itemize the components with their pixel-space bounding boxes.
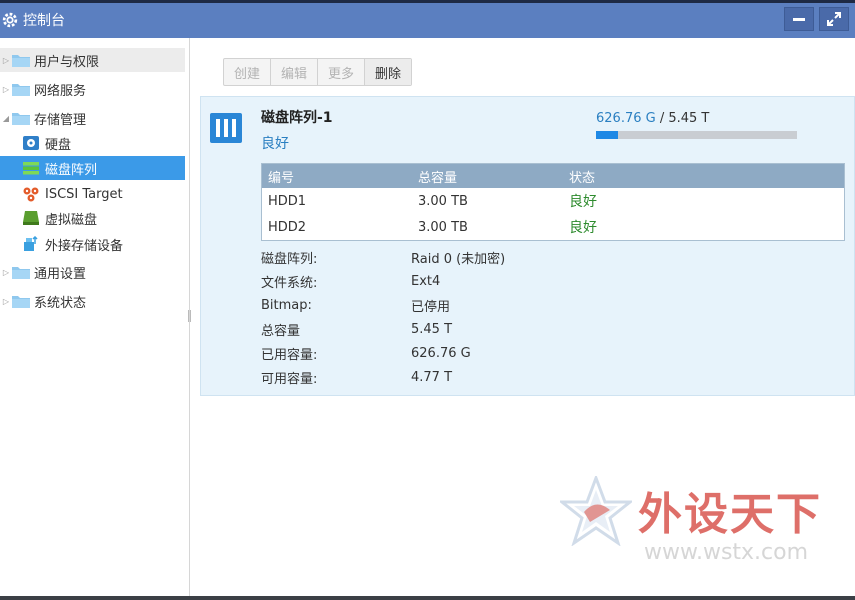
info-key: 已用容量: [261,347,318,363]
info-value: Raid 0 (未加密) [411,251,506,267]
disk-capacity: 3.00 TB [418,193,468,209]
header-capacity[interactable]: 总容量 [412,167,563,186]
sidebar-item-label: 存储管理 [34,112,87,128]
info-value: 626.76 G [411,345,471,361]
sidebar-item-storage[interactable]: ◢ 存储管理 [0,106,185,130]
disk-array-panel[interactable]: 磁盘阵列-1 良好 626.76 G / 5.45 T 编号 总容量 状态 HD… [200,96,855,396]
minimize-icon [793,17,805,21]
window-title: 控制台 [23,13,65,29]
create-button[interactable]: 创建 [224,59,272,85]
disk-id: HDD2 [268,219,307,235]
sidebar-item-general-settings[interactable]: ▷ 通用设置 [0,260,185,284]
sidebar-item-users[interactable]: ▷ 用户与权限 [0,48,185,72]
sidebar-item-label: 虚拟磁盘 [45,212,98,228]
info-key: Bitmap: [261,297,312,313]
usb-storage-icon [24,236,38,251]
disk-array-icon [210,113,242,143]
sidebar-item-network[interactable]: ▷ 网络服务 [0,77,185,101]
folder-icon [12,267,30,279]
info-key: 磁盘阵列: [261,251,318,267]
info-value: Ext4 [411,273,441,289]
table-header: 编号 总容量 状态 [262,164,844,188]
sidebar-item-disk-array[interactable]: 磁盘阵列 [0,156,185,180]
expand-arrow-icon[interactable]: ▷ [0,56,12,65]
control-panel-window: 控制台 ▷ 用户与权限 ▷ 网络服务 ◢ 存储管理 硬盘 磁盘阵列 ISCSI … [0,0,855,596]
gear-icon [2,12,18,28]
info-key: 总容量 [261,323,301,339]
disk-id: HDD1 [268,193,307,209]
used-capacity: 626.76 G [596,111,656,126]
sidebar-item-hard-disk[interactable]: 硬盘 [0,131,185,155]
maximize-button[interactable] [819,7,849,31]
sidebar-item-label: 硬盘 [45,137,72,153]
info-key: 文件系统: [261,275,318,291]
expand-arrow-icon[interactable]: ▷ [0,297,12,306]
disk-table: 编号 总容量 状态 HDD1 3.00 TB 良好 HDD2 3.00 TB 良… [261,163,845,241]
sidebar-item-label: 磁盘阵列 [45,162,98,178]
toolbar: 创建 编辑 更多 删除 [223,58,413,86]
table-row[interactable]: HDD1 3.00 TB 良好 [262,188,844,214]
info-key: 可用容量: [261,371,318,387]
watermark: 外设天下 www.wstx.com [560,474,850,574]
delete-button[interactable]: 删除 [365,59,412,85]
iscsi-icon [23,187,39,202]
sidebar-item-iscsi-target[interactable]: ISCSI Target [0,182,185,206]
info-row-bitmap: Bitmap: 已停用 [261,295,711,315]
hard-disk-icon [23,136,39,150]
header-id[interactable]: 编号 [262,167,412,186]
info-row-raid: 磁盘阵列: Raid 0 (未加密) [261,247,711,267]
folder-icon [12,55,30,67]
more-button[interactable]: 更多 [318,59,366,85]
folder-open-icon [12,113,30,125]
sidebar-item-virtual-disk[interactable]: 虚拟磁盘 [0,206,185,230]
sidebar-item-system-status[interactable]: ▷ 系统状态 [0,289,185,313]
usage-text: 626.76 G / 5.45 T [596,111,709,126]
title-bar: 控制台 [0,0,855,38]
sidebar: ▷ 用户与权限 ▷ 网络服务 ◢ 存储管理 硬盘 磁盘阵列 ISCSI Targ… [0,38,190,596]
usage-separator: / [655,111,669,126]
info-row-used: 已用容量: 626.76 G [261,343,711,363]
expand-arrow-icon[interactable]: ▷ [0,85,12,94]
disk-capacity: 3.00 TB [418,219,468,235]
sidebar-item-label: 用户与权限 [34,54,100,70]
watermark-url: www.wstx.com [644,540,809,565]
sidebar-item-label: 系统状态 [34,295,87,311]
table-row[interactable]: HDD2 3.00 TB 良好 [262,214,844,240]
disk-status: 良好 [569,194,597,210]
sidebar-item-label: 通用设置 [34,266,87,282]
info-value: 5.45 T [411,321,453,337]
sidebar-item-label: 网络服务 [34,83,87,99]
disk-array-icon [23,162,39,175]
minimize-button[interactable] [784,7,814,31]
sidebar-item-external-storage[interactable]: 外接存储设备 [0,232,185,256]
watermark-brand: 外设天下 [638,489,822,540]
total-capacity: 5.45 T [668,111,710,126]
collapse-arrow-icon[interactable]: ◢ [0,114,12,123]
info-row-total: 总容量 5.45 T [261,319,711,339]
sidebar-item-label: ISCSI Target [45,186,123,202]
info-row-available: 可用容量: 4.77 T [261,367,711,387]
sidebar-resize-handle[interactable] [188,310,191,322]
usage-bar [596,131,797,139]
header-status[interactable]: 状态 [563,167,844,186]
info-value: 已停用 [411,299,451,315]
expand-arrow-icon[interactable]: ▷ [0,268,12,277]
folder-icon [12,296,30,308]
array-name: 磁盘阵列-1 [261,110,333,126]
info-row-filesystem: 文件系统: Ext4 [261,271,711,291]
array-status: 良好 [261,136,289,152]
edit-button[interactable]: 编辑 [271,59,319,85]
info-value: 4.77 T [411,369,453,385]
disk-status: 良好 [569,220,597,236]
sidebar-item-label: 外接存储设备 [45,238,124,254]
expand-icon [827,12,841,26]
folder-icon [12,84,30,96]
virtual-disk-icon [23,211,39,225]
star-logo-icon [560,476,632,546]
usage-bar-fill [596,131,619,139]
